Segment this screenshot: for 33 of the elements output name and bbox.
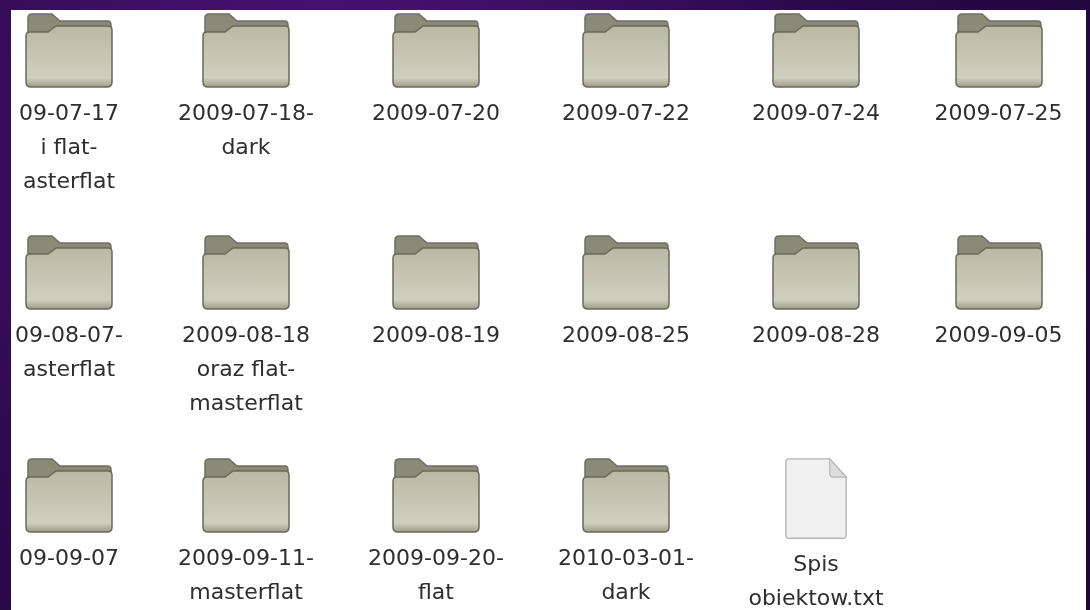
file-name: 2009-07-18- dark	[178, 99, 314, 161]
folder-icon[interactable]	[771, 234, 861, 312]
file-name: 2009-07-22	[562, 99, 690, 127]
folder-icon[interactable]	[581, 234, 671, 312]
file-name: 2009-07-20	[372, 99, 500, 127]
folder-icon[interactable]	[391, 457, 481, 535]
folder-icon[interactable]	[24, 457, 114, 535]
file-name: 2009-07-25	[934, 99, 1063, 127]
folder-icon[interactable]	[391, 234, 481, 312]
folder-icon[interactable]	[201, 12, 291, 90]
folder-icon[interactable]	[953, 12, 1044, 90]
folder-icon[interactable]	[201, 457, 291, 535]
file-name: 2009-09-11- masterflat	[178, 544, 314, 606]
file-name: 2009-08-19	[372, 321, 500, 349]
file-name: 2009-07-24	[752, 99, 880, 127]
file-name: 09-08-07- asterflat	[15, 321, 123, 383]
file-name: 2009-09-20- flat	[368, 544, 504, 606]
file-name: 09-07-17 i flat- asterflat	[19, 99, 119, 195]
folder-icon[interactable]	[24, 12, 114, 90]
folder-icon[interactable]	[201, 234, 291, 312]
folder-icon[interactable]	[581, 457, 671, 535]
folder-icon[interactable]	[953, 234, 1044, 312]
file-name: 2009-08-18 oraz flat- masterflat	[182, 321, 310, 417]
folder-icon[interactable]	[771, 12, 861, 90]
folder-icon[interactable]	[391, 12, 481, 90]
file-name: Spis obiektow.txt	[748, 550, 884, 610]
file-name: 09-09-07	[19, 544, 119, 572]
folder-icon[interactable]	[24, 234, 114, 312]
folder-icon[interactable]	[581, 12, 671, 90]
file-name: 2010-03-01- dark	[558, 544, 694, 606]
file-name: 2009-08-25	[562, 321, 690, 349]
file-name: 2009-09-05	[934, 321, 1063, 349]
file-name: 2009-08-28	[752, 321, 880, 349]
